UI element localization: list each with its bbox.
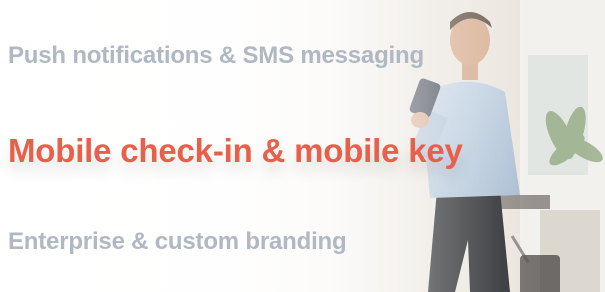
feature-list: Push notifications & SMS messaging Mobil… (8, 0, 568, 292)
feature-item-enterprise-branding[interactable]: Enterprise & custom branding (8, 228, 347, 256)
feature-item-mobile-check-in[interactable]: Mobile check-in & mobile key (8, 132, 463, 170)
feature-item-push-notifications[interactable]: Push notifications & SMS messaging (8, 42, 424, 70)
feature-panel: Push notifications & SMS messaging Mobil… (0, 0, 605, 292)
